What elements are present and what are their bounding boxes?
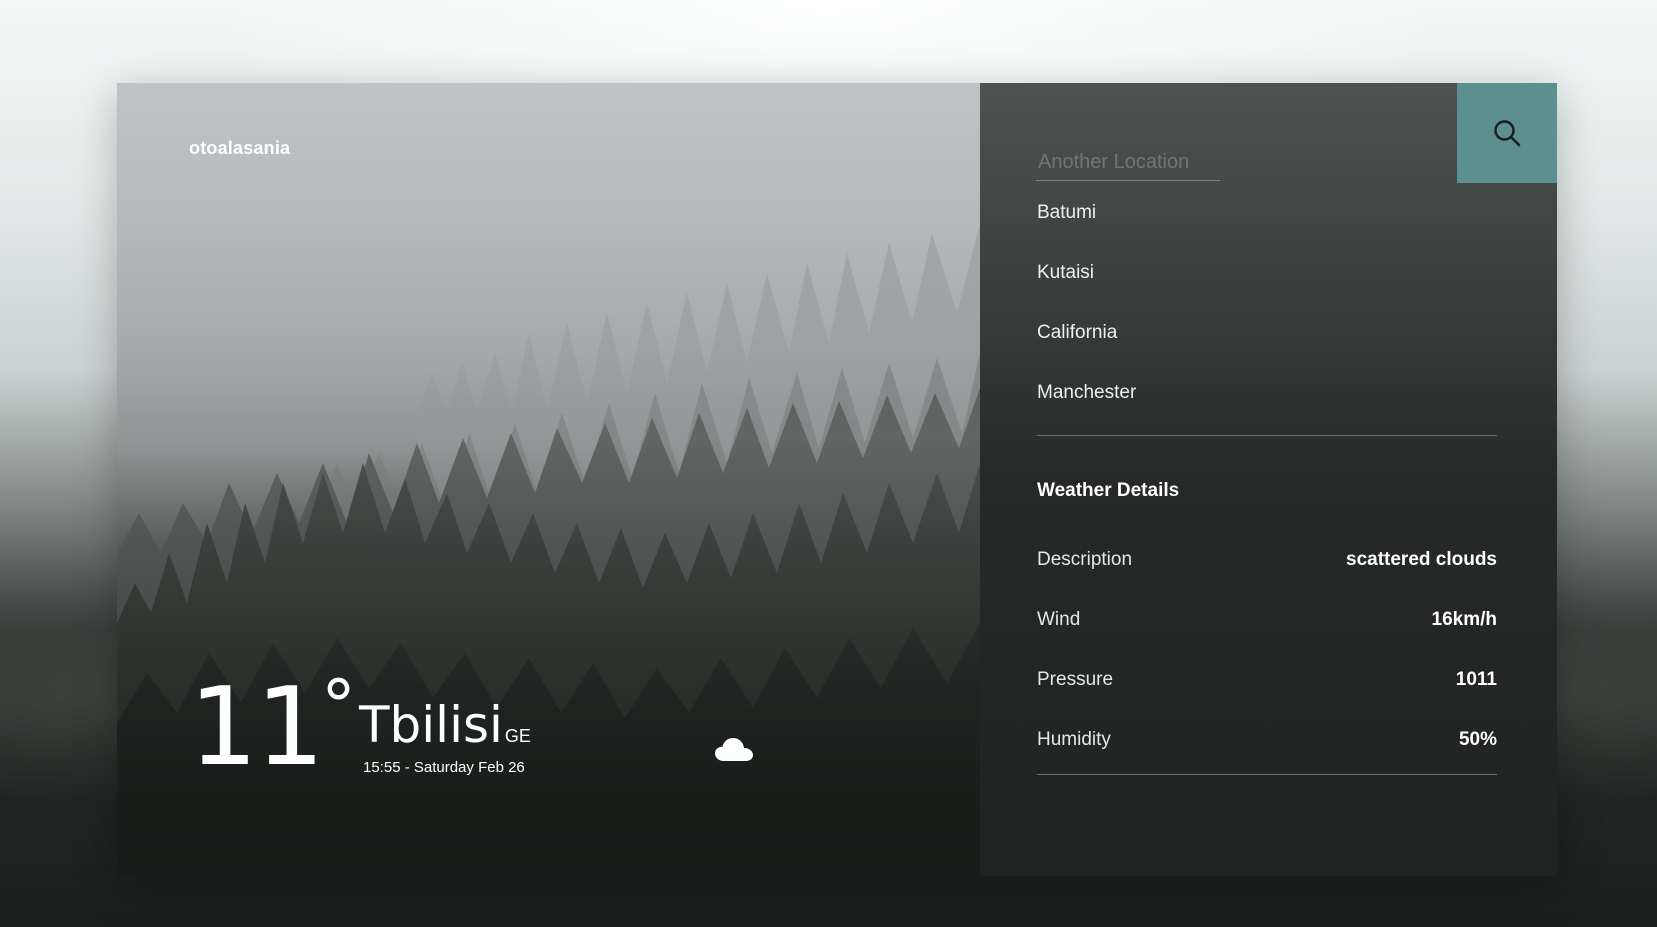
- city-block: Tbilisi GE 15:55 - Saturday Feb 26: [359, 696, 753, 776]
- detail-label: Pressure: [1037, 669, 1114, 690]
- location-item-manchester[interactable]: Manchester: [1037, 381, 1497, 441]
- details-list: Description scattered clouds Wind 16km/h…: [1037, 549, 1497, 789]
- detail-label: Description: [1037, 549, 1133, 570]
- detail-row-pressure: Pressure 1011: [1037, 669, 1497, 729]
- location-item-california[interactable]: California: [1037, 321, 1497, 381]
- divider: [1037, 435, 1497, 436]
- search-button[interactable]: [1457, 83, 1557, 183]
- cloud-icon: [715, 738, 753, 761]
- country-code: GE: [504, 726, 531, 746]
- search-icon: [1494, 120, 1521, 147]
- location-search-input[interactable]: [1036, 135, 1220, 181]
- detail-value: 50%: [1458, 729, 1497, 750]
- location-item-kutaisi[interactable]: Kutaisi: [1037, 261, 1497, 321]
- temperature: 11 °: [189, 671, 356, 783]
- date-time: 15:55 - Saturday Feb 26: [363, 759, 525, 776]
- detail-row-wind: Wind 16km/h: [1037, 609, 1497, 669]
- detail-value: scattered clouds: [1346, 549, 1497, 570]
- detail-row-humidity: Humidity 50%: [1037, 729, 1497, 789]
- divider: [1037, 774, 1497, 775]
- detail-label: Wind: [1037, 609, 1081, 630]
- detail-value: 16km/h: [1431, 609, 1497, 630]
- sidebar-panel: Batumi Kutaisi California Manchester Wea…: [980, 83, 1557, 876]
- detail-value: 1011: [1455, 669, 1497, 690]
- forest-photo: otoalasania 11 ° Tbilisi GE 15:55 - Saturd…: [117, 83, 980, 876]
- details-title: Weather Details: [1037, 480, 1180, 501]
- detail-label: Humidity: [1037, 729, 1111, 750]
- detail-row-description: Description scattered clouds: [1037, 549, 1497, 609]
- brand-logo: otoalasania: [189, 138, 291, 158]
- location-item-batumi[interactable]: Batumi: [1037, 201, 1497, 261]
- location-list: Batumi Kutaisi California Manchester: [1037, 201, 1497, 441]
- weather-card: otoalasania 11 ° Tbilisi GE 15:55 - Saturd…: [117, 83, 1557, 876]
- temperature-value: 11: [189, 665, 324, 790]
- city-name: Tbilisi: [359, 696, 503, 754]
- degree-symbol: °: [321, 665, 356, 747]
